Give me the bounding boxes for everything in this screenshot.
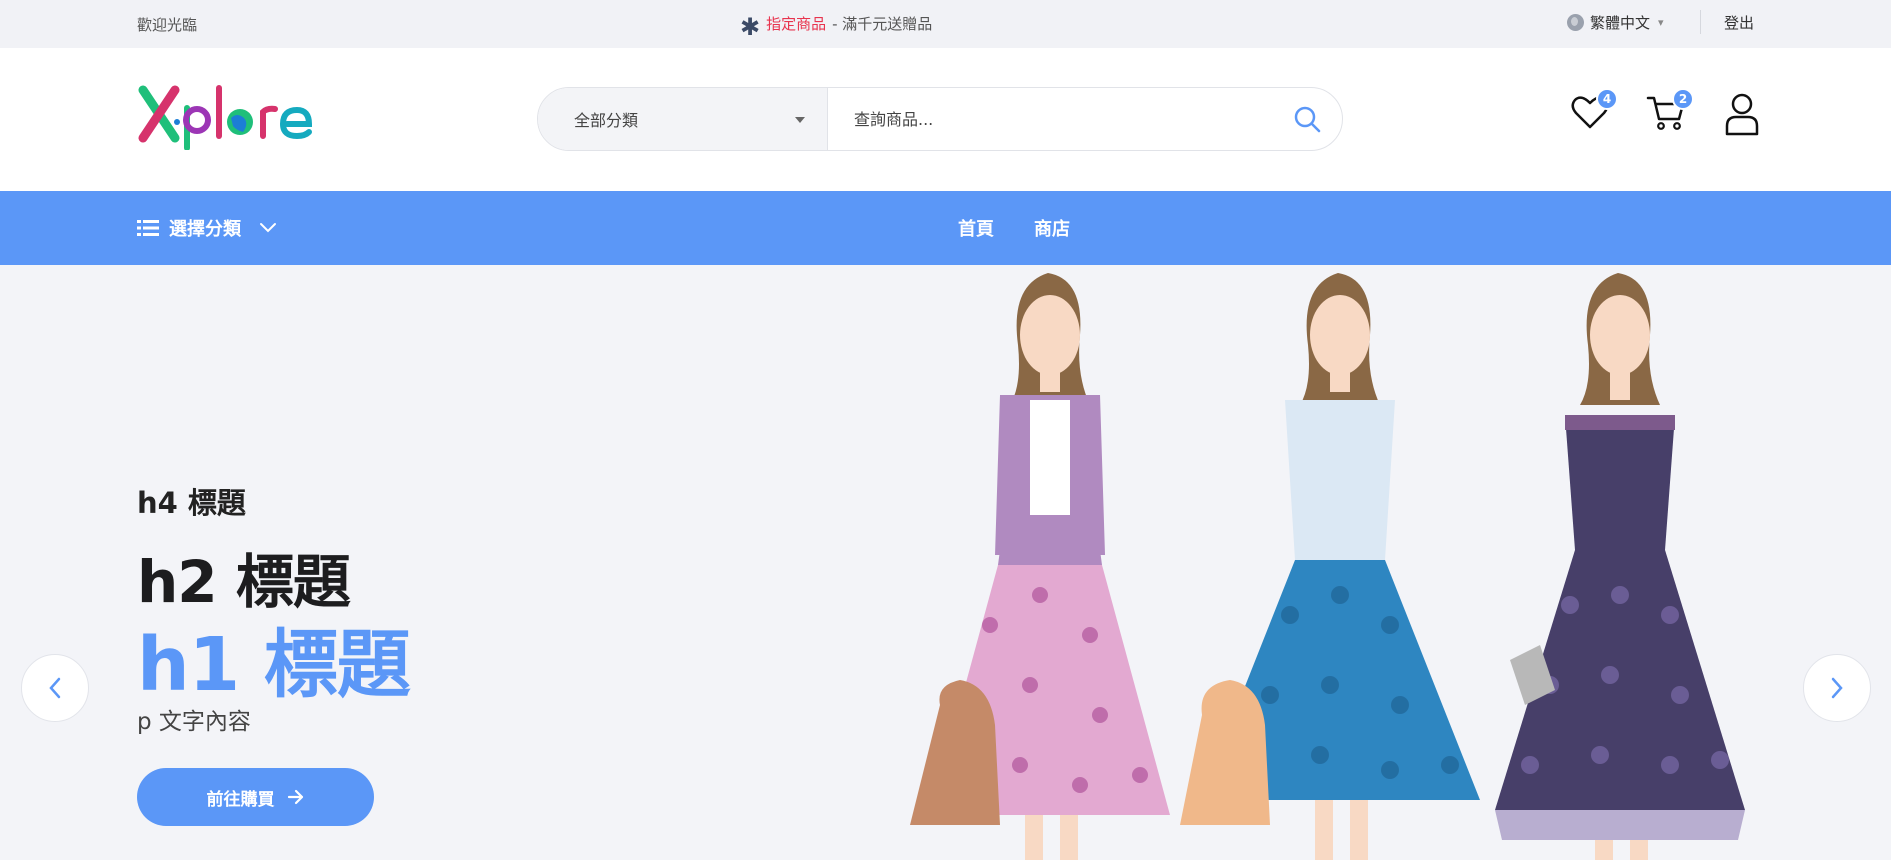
slider-prev-button[interactable]	[21, 654, 89, 722]
main-nav: 選擇分類 首頁 商店	[0, 191, 1891, 265]
model-navy-dress	[1495, 273, 1745, 860]
caret-down-icon	[795, 117, 805, 123]
promo-text: - 滿千元送贈品	[832, 15, 933, 33]
welcome-text: 歡迎光臨	[137, 16, 198, 34]
chevron-down-icon	[260, 223, 276, 233]
list-icon	[137, 220, 159, 236]
hero-h4: h4 標題	[137, 486, 246, 520]
category-dropdown[interactable]: 全部分類	[538, 88, 828, 150]
shop-now-label: 前往購買	[206, 789, 275, 809]
search-icon	[1294, 106, 1321, 133]
category-menu-toggle[interactable]: 選擇分類	[137, 215, 277, 241]
chevron-left-icon	[49, 677, 61, 699]
nav-menu: 首頁 商店	[958, 215, 1070, 241]
account-button[interactable]	[1722, 92, 1762, 136]
search-button[interactable]	[1272, 88, 1342, 150]
language-selector[interactable]: 繁體中文 ▾	[1567, 12, 1664, 33]
logo[interactable]	[137, 78, 327, 150]
chevron-right-icon	[1831, 677, 1843, 699]
hero-slider: h4 標題 h2 標題 h1 標題 p 文字內容 前往購買	[0, 265, 1891, 860]
arrow-right-icon	[287, 789, 303, 805]
header-icons: 4 2	[1570, 88, 1762, 136]
wishlist-count-badge: 4	[1596, 88, 1618, 110]
cart-button[interactable]: 2	[1646, 88, 1694, 136]
promo-banner[interactable]: ✱ 指定商品 - 滿千元送贈品	[740, 12, 933, 41]
top-bar: 歡迎光臨 ✱ 指定商品 - 滿千元送贈品 繁體中文 ▾ 登出	[0, 0, 1891, 48]
chevron-down-icon: ▾	[1658, 16, 1664, 29]
model-purple-cardigan	[910, 273, 1170, 860]
category-menu-label: 選擇分類	[169, 219, 241, 240]
divider	[1700, 10, 1701, 34]
category-dropdown-label: 全部分類	[574, 111, 639, 130]
cart-count-badge: 2	[1672, 88, 1694, 110]
nav-item-shop[interactable]: 商店	[1034, 215, 1070, 241]
shop-now-button[interactable]: 前往購買	[137, 768, 374, 826]
logout-link[interactable]: 登出	[1724, 12, 1754, 33]
model-blue-dress	[1180, 273, 1480, 860]
language-label: 繁體中文	[1590, 14, 1651, 32]
search-bar: 全部分類	[537, 87, 1343, 151]
hero-fashion-illustration	[910, 273, 1745, 860]
wishlist-button[interactable]: 4	[1570, 88, 1618, 136]
globe-icon	[1567, 14, 1584, 31]
search-input[interactable]	[828, 88, 1272, 150]
hero-h1: h1 標題	[137, 622, 411, 708]
asterisk-icon: ✱	[740, 12, 761, 41]
nav-item-home[interactable]: 首頁	[958, 215, 994, 241]
user-icon	[1725, 93, 1759, 136]
slider-next-button[interactable]	[1803, 654, 1871, 722]
hero-paragraph: p 文字內容	[137, 709, 251, 735]
promo-highlight: 指定商品	[766, 15, 827, 33]
site-header: 全部分類 4 2	[0, 48, 1891, 191]
